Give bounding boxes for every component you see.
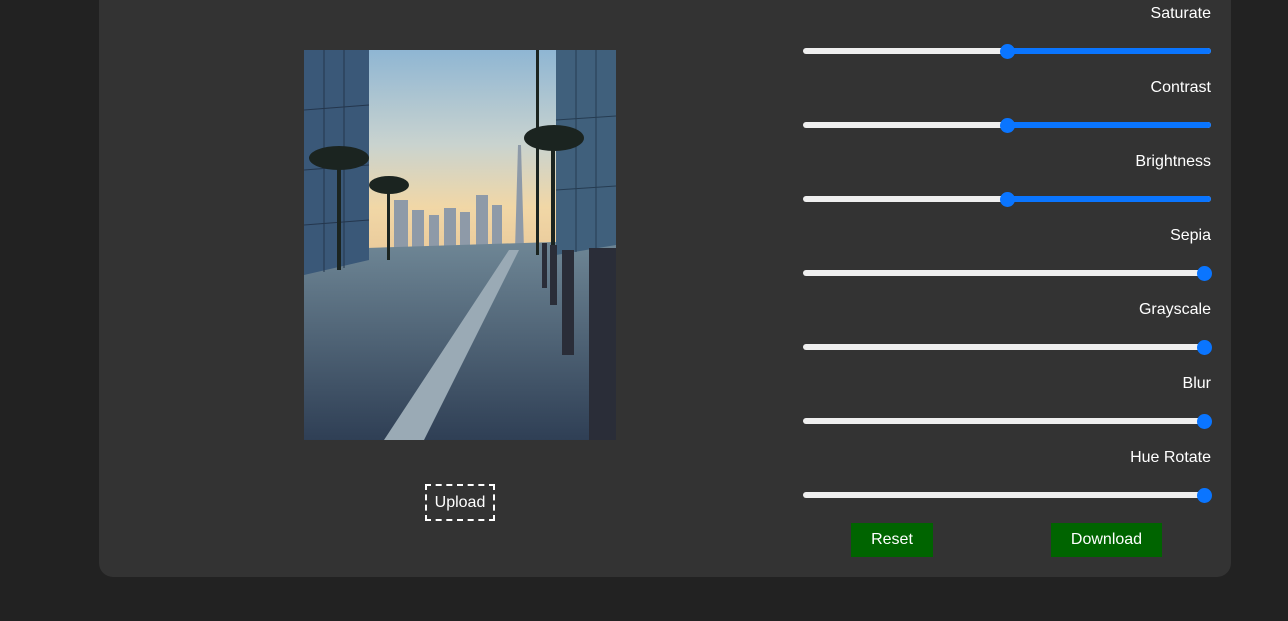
hue-rotate-slider[interactable]	[803, 486, 1212, 504]
preview-image	[304, 50, 616, 440]
sepia-label: Sepia	[1170, 227, 1211, 244]
grayscale-label: Grayscale	[1138, 301, 1211, 318]
sepia-slider-thumb[interactable]	[1197, 266, 1212, 281]
upload-button[interactable]: Upload	[425, 484, 495, 521]
blur-slider-thumb[interactable]	[1197, 414, 1212, 429]
blur-slider[interactable]	[803, 412, 1212, 430]
hue-rotate-label: Hue Rotate	[1130, 449, 1211, 466]
blur-label: Blur	[1182, 375, 1211, 392]
saturate-label: Saturate	[1150, 5, 1211, 22]
contrast-slider[interactable]	[803, 116, 1211, 134]
brightness-slider[interactable]	[803, 190, 1211, 208]
hue-rotate-slider-thumb[interactable]	[1197, 488, 1212, 503]
grayscale-slider[interactable]	[803, 338, 1212, 356]
brightness-label: Brightness	[1135, 153, 1211, 170]
saturate-slider[interactable]	[803, 42, 1211, 60]
download-button[interactable]: Download	[1051, 523, 1162, 557]
saturate-slider-thumb[interactable]	[1000, 44, 1015, 59]
brightness-slider-thumb[interactable]	[1000, 192, 1015, 207]
reset-button[interactable]: Reset	[851, 523, 933, 557]
contrast-label: Contrast	[1150, 79, 1211, 96]
grayscale-slider-thumb[interactable]	[1197, 340, 1212, 355]
sepia-slider[interactable]	[803, 264, 1212, 282]
contrast-slider-thumb[interactable]	[1000, 118, 1015, 133]
